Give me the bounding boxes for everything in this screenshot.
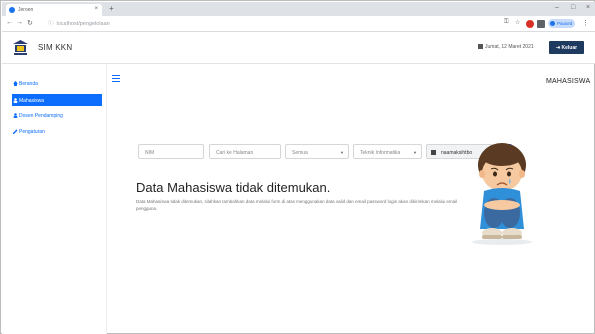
sidebar-item-label: Mahasiswa [19, 98, 45, 104]
search-placeholder: Cari ke Halaman [216, 150, 254, 156]
users-icon [13, 98, 18, 103]
nim-input[interactable]: NIM [138, 144, 204, 159]
logout-label: Keluar [561, 45, 578, 51]
id-card-icon [431, 150, 436, 155]
empty-state-description: Data Mahasiswa tidak ditemukan, silahkan… [136, 199, 458, 211]
logout-button[interactable]: ⇥ Keluar [549, 41, 584, 54]
app-brand: SIM KKN [38, 43, 73, 52]
sad-child-illustration [472, 143, 532, 245]
university-logo-icon [13, 40, 28, 55]
key-icon[interactable]: ⚿ [504, 19, 509, 26]
profile-label: Paused [557, 21, 573, 26]
reload-icon[interactable]: ↻ [27, 19, 33, 27]
sidebar-item-label: Beranda [19, 81, 38, 87]
home-icon [13, 81, 18, 86]
back-icon[interactable]: ← [6, 19, 13, 26]
browser-toolbar: ← → ↻ ⓘ localhost/pengelolaan ⚿ ☆ Paused … [2, 16, 595, 32]
gender-value: Semua [292, 150, 308, 156]
maximize-icon[interactable]: □ [571, 4, 575, 11]
prodi-select[interactable]: Teknik Informatika ▼ [353, 144, 422, 159]
sidebar-item-mahasiswa[interactable]: Mahasiswa [12, 94, 102, 106]
page-title: MAHASISWA [546, 78, 591, 85]
browser-window: Jeroen × + – □ × ← → ↻ ⓘ localhost/pengel… [0, 0, 595, 334]
minimize-icon[interactable]: – [555, 4, 559, 11]
address-input[interactable]: ⓘ localhost/pengelolaan [48, 19, 168, 29]
chevron-down-icon: ▼ [413, 150, 417, 155]
forward-icon[interactable]: → [16, 19, 23, 26]
gender-select[interactable]: Semua ▼ [285, 144, 349, 159]
browser-tab-bar: Jeroen × + – □ × [2, 2, 595, 16]
teacher-icon [13, 113, 18, 118]
sidebar-item-label: Dosen Pendamping [19, 113, 63, 119]
info-icon: ⓘ [48, 21, 54, 27]
favicon-icon [9, 7, 15, 13]
sidebar-item-dosen-pendamping[interactable]: Dosen Pendamping [12, 110, 102, 120]
sidebar-item-pengaturan[interactable]: Pengaturan [12, 126, 102, 136]
sidebar-item-beranda[interactable]: Beranda [12, 78, 102, 88]
sidebar: Beranda Mahasiswa Dosen Pendamping Penga… [2, 64, 107, 334]
browser-menu-icon[interactable]: ⋮ [582, 19, 589, 27]
current-date: Jumat, 12 Maret 2021 [478, 44, 534, 50]
browser-tab[interactable]: Jeroen × [6, 4, 102, 16]
tab-title: Jeroen [18, 7, 34, 13]
date-text: Jumat, 12 Maret 2021 [485, 44, 534, 50]
sidebar-item-label: Pengaturan [19, 129, 45, 135]
window-close-icon[interactable]: × [586, 4, 590, 11]
empty-state-title: Data Mahasiswa tidak ditemukan. [136, 180, 331, 195]
nim-placeholder: NIM [145, 150, 155, 156]
url-text: localhost/pengelolaan [56, 21, 110, 27]
calendar-icon [478, 44, 483, 49]
extension-puzzle-icon[interactable] [537, 20, 545, 28]
hamburger-menu-icon[interactable] [112, 75, 120, 82]
extension-icon[interactable] [526, 20, 534, 28]
star-icon[interactable]: ☆ [515, 19, 520, 26]
pencil-icon [13, 129, 18, 134]
new-tab-icon[interactable]: + [109, 4, 114, 13]
chevron-down-icon: ▼ [340, 150, 344, 155]
prodi-value: Teknik Informatika [360, 150, 401, 156]
close-tab-icon[interactable]: × [94, 6, 98, 12]
search-input[interactable]: Cari ke Halaman [209, 144, 281, 159]
profile-button[interactable]: Paused [548, 19, 575, 28]
app-header: SIM KKN Jumat, 12 Maret 2021 ⇥ Keluar [2, 32, 595, 64]
profile-avatar-icon [550, 21, 555, 26]
